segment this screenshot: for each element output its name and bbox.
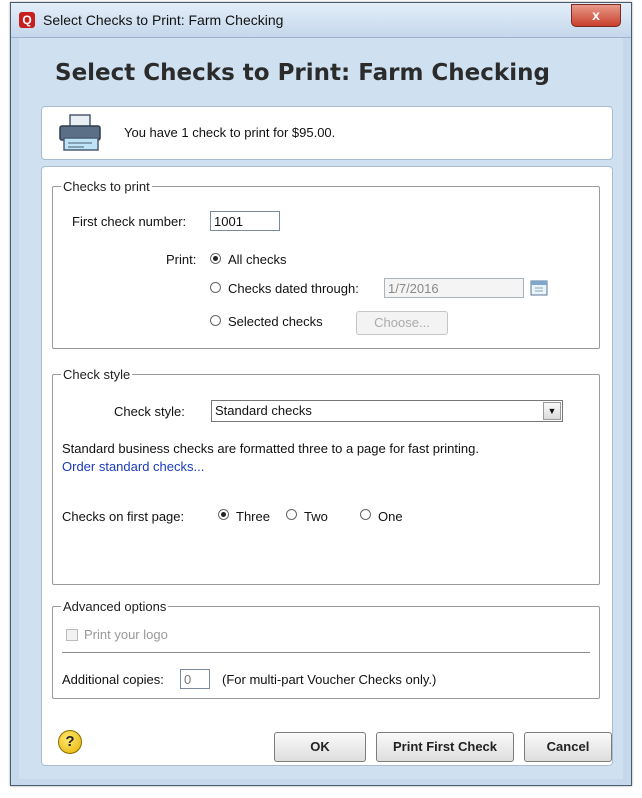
close-button[interactable]: x [571, 4, 621, 27]
dialog-client: Select Checks to Print: Farm Checking Yo… [19, 38, 623, 779]
radio-all-checks-label[interactable]: All checks [228, 252, 287, 267]
checks-to-print-group: Checks to print [52, 179, 600, 349]
checks-to-print-legend: Checks to print [63, 179, 150, 194]
radio-checks-dated-through[interactable] [210, 282, 221, 293]
first-check-number-input[interactable]: 1001 [210, 211, 280, 231]
check-style-label: Check style: [114, 404, 185, 419]
check-style-legend: Check style [63, 367, 131, 382]
print-label: Print: [166, 252, 197, 267]
options-panel: Checks to print First check number: 1001… [41, 166, 613, 766]
order-standard-checks-link[interactable]: Order standard checks... [62, 459, 204, 474]
advanced-divider [62, 652, 590, 653]
calendar-icon[interactable] [530, 280, 548, 296]
cancel-button[interactable]: Cancel [524, 732, 612, 762]
additional-copies-label: Additional copies: [62, 672, 164, 687]
printer-icon [59, 114, 101, 151]
radio-two-label[interactable]: Two [304, 509, 328, 524]
radio-one[interactable] [360, 509, 371, 520]
info-text: You have 1 check to print for $95.00. [124, 125, 336, 140]
first-check-number-label: First check number: [72, 214, 187, 229]
print-logo-checkbox[interactable] [66, 629, 78, 641]
radio-three-label[interactable]: Three [236, 509, 270, 524]
date-through-input[interactable]: 1/7/2016 [384, 278, 524, 298]
print-first-check-button[interactable]: Print First Check [376, 732, 514, 762]
additional-copies-input[interactable]: 0 [180, 669, 210, 689]
radio-checks-dated-through-label[interactable]: Checks dated through: [228, 281, 359, 296]
dialog-window: Q Select Checks to Print: Farm Checking … [10, 2, 632, 786]
quicken-app-icon: Q [19, 12, 35, 28]
checks-on-first-page-label: Checks on first page: [62, 509, 185, 524]
check-style-description: Standard business checks are formatted t… [62, 441, 479, 456]
info-panel: You have 1 check to print for $95.00. [41, 106, 613, 160]
radio-selected-checks[interactable] [210, 315, 221, 326]
window-title: Select Checks to Print: Farm Checking [43, 12, 284, 28]
choose-button[interactable]: Choose... [356, 311, 448, 335]
title-bar: Q Select Checks to Print: Farm Checking … [11, 3, 631, 38]
additional-copies-note: (For multi-part Voucher Checks only.) [222, 672, 437, 687]
dialog-heading: Select Checks to Print: Farm Checking [55, 60, 550, 86]
help-icon[interactable]: ? [58, 730, 82, 754]
print-logo-label: Print your logo [84, 627, 168, 642]
chevron-down-icon[interactable]: ▼ [543, 402, 561, 420]
radio-three[interactable] [218, 509, 229, 520]
radio-all-checks[interactable] [210, 253, 221, 264]
advanced-options-legend: Advanced options [63, 599, 167, 614]
radio-two[interactable] [286, 509, 297, 520]
radio-one-label[interactable]: One [378, 509, 403, 524]
check-style-select[interactable]: Standard checks ▼ [211, 400, 563, 422]
ok-button[interactable]: OK [274, 732, 366, 762]
check-style-selected-value: Standard checks [215, 403, 312, 418]
radio-selected-checks-label[interactable]: Selected checks [228, 314, 323, 329]
